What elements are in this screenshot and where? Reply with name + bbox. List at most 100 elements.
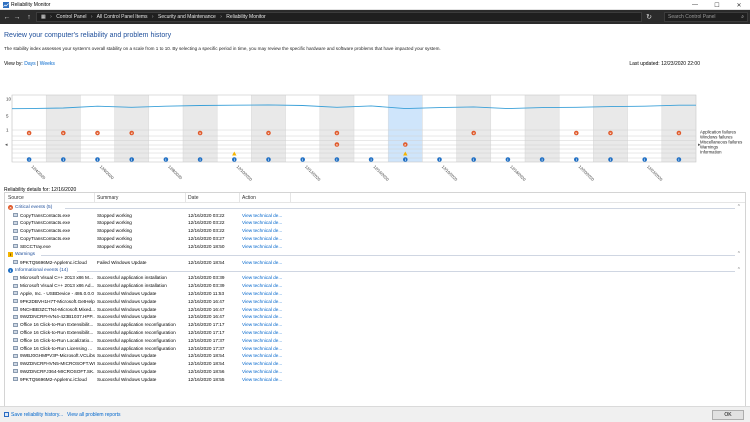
view-technical-details-link[interactable]: View technical de...	[242, 291, 282, 296]
scroll-left-icon[interactable]: ◂	[5, 142, 8, 148]
col-summary[interactable]: Summary	[97, 195, 118, 201]
info-i-glyph: i	[610, 158, 611, 162]
app-window-icon	[13, 338, 18, 343]
view-technical-details-link[interactable]: View technical de...	[242, 275, 282, 280]
refresh-icon[interactable]: ↻	[644, 12, 654, 22]
table-row[interactable]: Office 16 Click-to-Run Localizatio... Suc…	[5, 337, 745, 344]
view-technical-details-link[interactable]: View technical de...	[242, 307, 282, 312]
table-row[interactable]: Microsoft Visual C++ 2013 x86 M... Succes…	[5, 275, 745, 282]
view-technical-details-link[interactable]: View technical de...	[242, 220, 282, 225]
breadcrumb-all-items[interactable]: All Control Panel Items	[97, 14, 148, 20]
row-summary: Successful Windows Update	[97, 290, 157, 296]
table-row[interactable]: 9WBJ0GHMPV3P-Microsoft.VCLibs... Successf…	[5, 353, 745, 360]
view-days-link[interactable]: Days	[24, 61, 35, 67]
collapse-chevron-icon[interactable]: ⌃	[737, 204, 741, 210]
view-technical-details-link[interactable]: View technical de...	[242, 236, 282, 241]
table-row[interactable]: 9PKTQ5696M2-AppleInc.iCloud Failed Window…	[5, 259, 745, 266]
table-row[interactable]: Office 16 Click-to-Run Extensibilit... Su…	[5, 329, 745, 336]
view-technical-details-link[interactable]: View technical de...	[242, 314, 282, 319]
table-row[interactable]: CopyTransContacts.exe Stopped working 12/1…	[5, 220, 745, 227]
collapse-chevron-icon[interactable]: ⌃	[737, 251, 741, 257]
collapse-chevron-icon[interactable]: ⌃	[737, 267, 741, 273]
row-date: 12/16/2020 03:39	[188, 275, 225, 281]
up-arrow-icon[interactable]: ↑	[24, 12, 34, 22]
group-header-info[interactable]: i Informational events (14) ⌃	[5, 267, 745, 275]
chart-column	[593, 95, 628, 162]
view-technical-details-link[interactable]: View technical de...	[242, 244, 282, 249]
view-technical-details-link[interactable]: View technical de...	[242, 353, 282, 358]
app-window-icon	[13, 244, 18, 249]
forward-arrow-icon[interactable]: →	[12, 12, 22, 22]
table-row[interactable]: CopyTransContacts.exe Stopped working 12/1…	[5, 228, 745, 235]
view-technical-details-link[interactable]: View technical de...	[242, 377, 282, 382]
breadcrumb-security-maintenance[interactable]: Security and Maintenance	[158, 14, 216, 20]
table-row[interactable]: 9PK2DBVH1H7T-Microsoft.GetHelp Successful…	[5, 298, 745, 305]
view-technical-details-link[interactable]: View technical de...	[242, 346, 282, 351]
view-technical-details-link[interactable]: View technical de...	[242, 338, 282, 343]
table-row[interactable]: Microsoft Visual C++ 2013 x86 Ad... Succe…	[5, 283, 745, 290]
table-row[interactable]: Office 16 Click-to-Run Extensibilit... Su…	[5, 322, 745, 329]
close-button[interactable]: ✕	[728, 0, 750, 10]
stability-chart-svg[interactable]: 1051◂ ▸× × × × × × × × × × ×× ×i i i i i i i i i i i i i i i i i i i iA…	[4, 69, 746, 185]
group-header-warning[interactable]: ! Warnings ⌃	[5, 251, 745, 259]
row-date: 12/16/2020 03:22	[188, 228, 225, 234]
table-row[interactable]: CopyTransContacts.exe Stopped working 12/1…	[5, 212, 745, 219]
failure-x-glyph: ×	[336, 143, 338, 147]
failure-x-glyph: ×	[473, 131, 475, 135]
view-all-reports-link[interactable]: View all problem reports	[67, 412, 121, 418]
view-technical-details-link[interactable]: View technical de...	[242, 330, 282, 335]
breadcrumb-control-panel[interactable]: Control Panel	[56, 14, 86, 20]
col-date[interactable]: Date	[188, 195, 199, 201]
app-window-icon	[13, 283, 18, 288]
row-summary: Successful application reconfiguration	[97, 322, 176, 328]
app-window-icon	[13, 369, 18, 374]
ok-button[interactable]: OK	[712, 410, 744, 420]
chart-column	[114, 95, 149, 162]
failure-x-glyph: ×	[610, 131, 612, 135]
breadcrumb-reliability-monitor[interactable]: Reliability Monitor	[226, 14, 265, 20]
table-row[interactable]: Office 16 Click-to-Run Licensing ... Succ…	[5, 345, 745, 352]
view-technical-details-link[interactable]: View technical de...	[242, 369, 282, 374]
view-technical-details-link[interactable]: View technical de...	[242, 283, 282, 288]
app-window-icon	[13, 353, 18, 358]
save-history-link[interactable]: Save reliability history...	[11, 412, 63, 418]
col-source[interactable]: Source	[8, 195, 24, 201]
table-row[interactable]: 9NCHBB3ZCTN4-Microsoft.Mixed... Successfu…	[5, 306, 745, 313]
view-technical-details-link[interactable]: View technical de...	[242, 299, 282, 304]
table-row[interactable]: Apple, Inc. - USBDevice - 486.0.0.0 Succe…	[5, 290, 745, 297]
source-text: Microsoft Visual C++ 2013 x86 M...	[20, 275, 93, 281]
back-arrow-icon[interactable]: ←	[2, 12, 12, 22]
search-icon: ⌕	[741, 14, 744, 20]
row-summary: Successful Windows Update	[97, 298, 157, 304]
table-row[interactable]: 9WZDNCRFHVN5-MICROSOFT.WI... Successful W…	[5, 361, 745, 368]
view-technical-details-link[interactable]: View technical de...	[242, 322, 282, 327]
group-title: Critical events (5)	[15, 205, 53, 210]
table-row[interactable]: CopyTransContacts.exe Stopped working 12/1…	[5, 235, 745, 242]
chart-column	[490, 95, 525, 162]
col-action[interactable]: Action	[242, 195, 256, 201]
table-row[interactable]: 9PKTQ5696M2-AppleInc.iCloud Successful Wi…	[5, 376, 745, 383]
table-row[interactable]: SECCTray.exe Stopped working 12/16/2020 18…	[5, 243, 745, 250]
source-text: 9WZDNCRFHVN4-423B1037.HPP...	[20, 314, 95, 320]
view-technical-details-link[interactable]: View technical de...	[242, 213, 282, 218]
search-input[interactable]: Search Control Panel ⌕	[664, 12, 748, 22]
failure-x-glyph: ×	[199, 131, 201, 135]
app-window-icon	[13, 314, 18, 319]
row-source: 9NCHBB3ZCTN4-Microsoft.Mixed...	[13, 307, 95, 312]
table-row[interactable]: 9WZDNCRFHVN4-423B1037.HPP... Successful W…	[5, 314, 745, 321]
view-technical-details-link[interactable]: View technical de...	[242, 260, 282, 265]
view-weeks-link[interactable]: Weeks	[40, 61, 55, 67]
stability-chart[interactable]: 10 5 1 ◂ ▸ × × × × × × × × × × × × × i i i i i i i i i i i i i i i i i i i i A…	[4, 69, 746, 185]
minimize-button[interactable]: —	[684, 0, 706, 10]
table-row[interactable]: 9WZDNCRFJ364-MICROSOFT.SK... Successful W…	[5, 368, 745, 375]
view-technical-details-link[interactable]: View technical de...	[242, 228, 282, 233]
breadcrumb[interactable]: ▦ › Control Panel › All Control Panel It…	[36, 12, 642, 22]
row-date: 12/16/2020 18:55	[188, 376, 225, 382]
y-tick-label: 1	[6, 128, 9, 133]
source-text: 9WBJ0GHMPV3P-Microsoft.VCLibs...	[20, 353, 95, 359]
row-date: 12/16/2020 11:53	[188, 290, 225, 296]
failure-x-glyph: ×	[131, 131, 133, 135]
maximize-button[interactable]: ☐	[706, 0, 728, 10]
group-header-critical[interactable]: × Critical events (5) ⌃	[5, 204, 745, 212]
view-technical-details-link[interactable]: View technical de...	[242, 361, 282, 366]
